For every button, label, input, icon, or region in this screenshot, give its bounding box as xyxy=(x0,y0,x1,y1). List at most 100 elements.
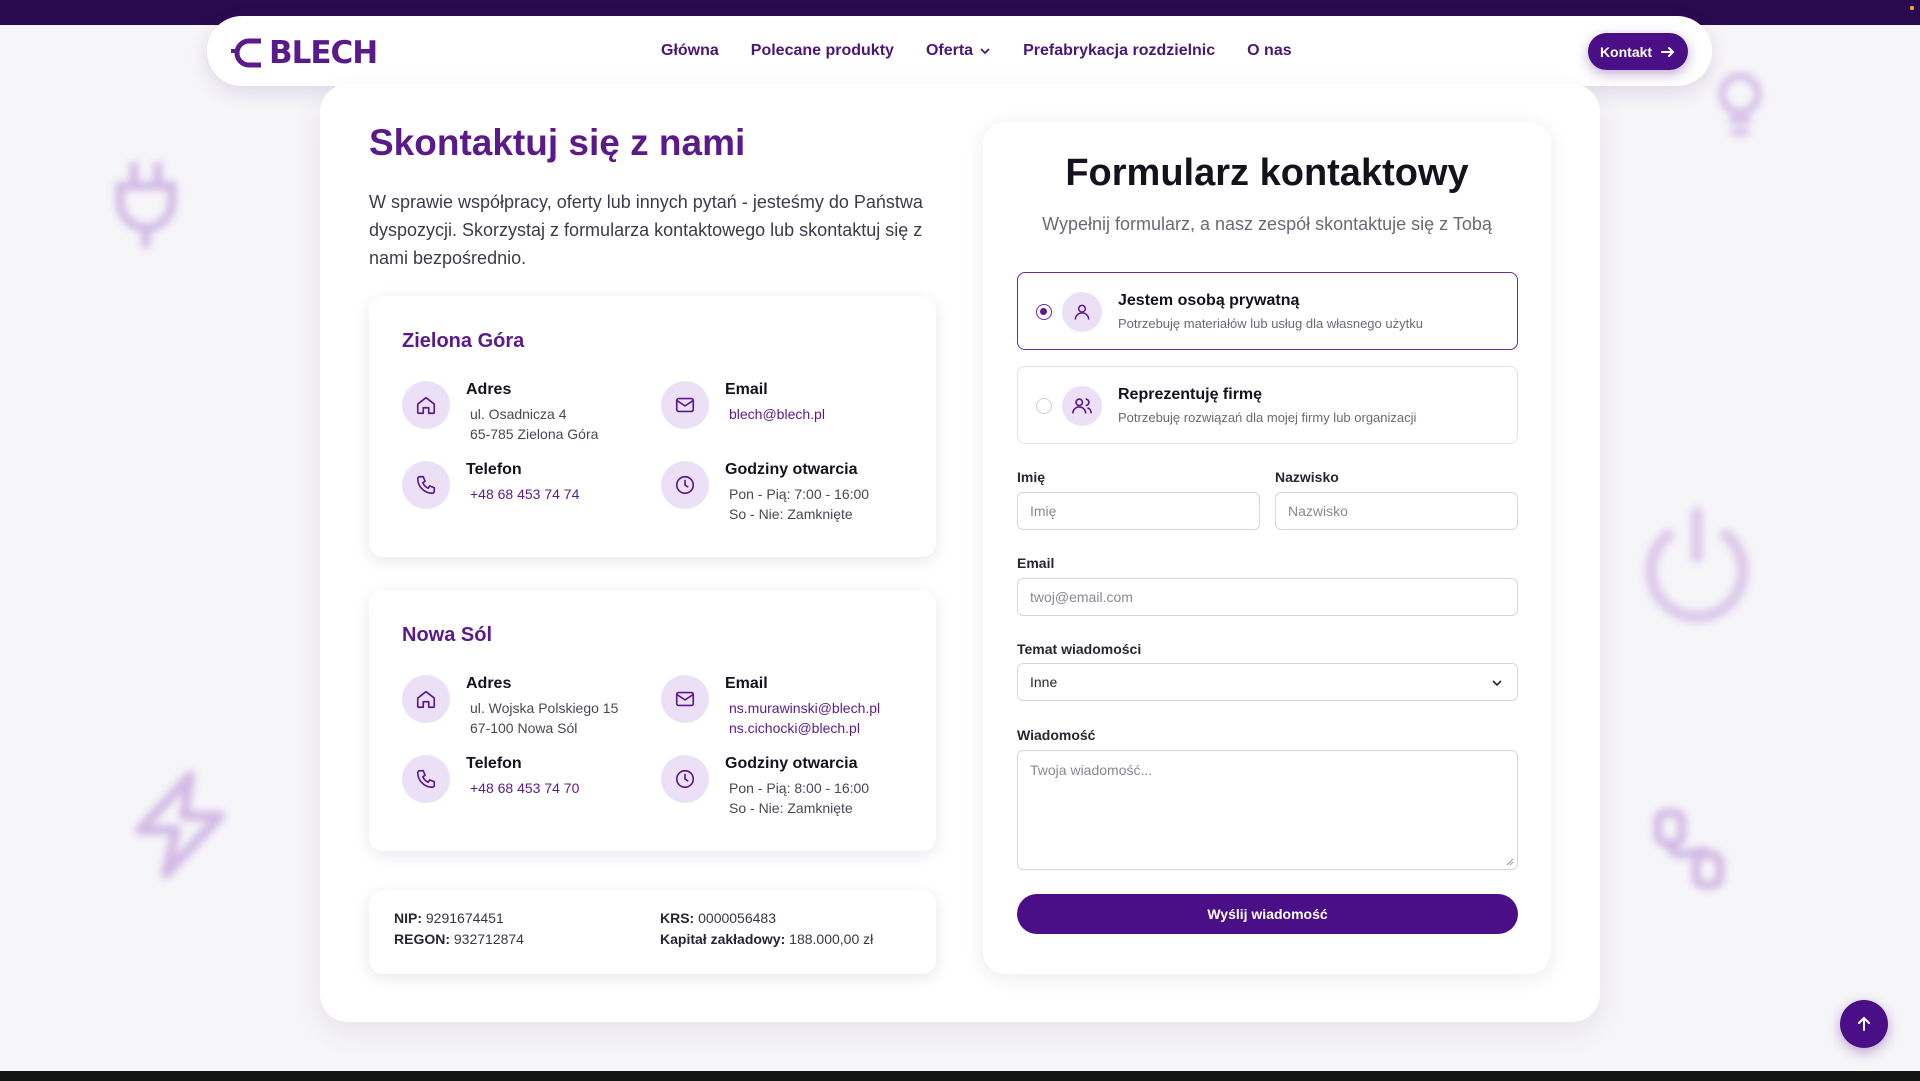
hours-label: Godziny otwarcia xyxy=(725,755,858,772)
email-link[interactable]: ns.cichocki@blech.pl xyxy=(729,718,880,738)
logo[interactable]: BLECH xyxy=(231,34,378,71)
phone-label: Telefon xyxy=(466,461,522,478)
address-line: ul. Wojska Polskiego 15 xyxy=(470,700,619,716)
email-label: Email xyxy=(725,675,768,692)
office-hours: Godziny otwarcia Pon - Pią: 8:00 - 16:00… xyxy=(661,755,911,825)
legal-info-card: NIP: 9291674451 REGON: 932712874 KRS: 00… xyxy=(369,890,936,974)
phone-link[interactable]: +48 68 453 74 74 xyxy=(470,484,579,504)
home-icon xyxy=(402,381,450,429)
regon-label: REGON: xyxy=(394,931,450,947)
office-phone: Telefon +48 68 453 74 74 xyxy=(402,461,652,531)
nav-link-oferta-label: Oferta xyxy=(925,42,974,59)
bottom-bar xyxy=(0,1071,1920,1081)
hours-value: Pon - Pią: 7:00 - 16:00 So - Nie: Zamknię… xyxy=(729,484,869,524)
address-label: Adres xyxy=(466,675,512,692)
office-address: Adres ul. Osadnicza 4 65-785 Zielona Góra xyxy=(402,381,652,451)
hours-label: Godziny otwarcia xyxy=(725,461,858,478)
phone-link[interactable]: +48 68 453 74 70 xyxy=(470,778,579,798)
choice-desc: Potrzebuję materiałów lub usług dla włas… xyxy=(1118,316,1423,331)
radio-private[interactable] xyxy=(1036,304,1052,320)
capital-row: Kapitał zakładowy: 188.000,00 zł xyxy=(660,931,873,947)
home-icon xyxy=(402,675,450,723)
nav-link-glowna[interactable]: Główna xyxy=(661,42,719,60)
topic-selected-value: Inne xyxy=(1030,674,1058,690)
status-dot xyxy=(1910,6,1914,10)
choice-desc: Potrzebuję rozwiązań dla mojej firmy lub… xyxy=(1118,410,1417,425)
radio-company[interactable] xyxy=(1036,398,1052,414)
office-phone: Telefon +48 68 453 74 70 xyxy=(402,755,652,825)
send-message-button[interactable]: Wyślij wiadomość xyxy=(1017,894,1518,934)
hours-line: Pon - Pią: 7:00 - 16:00 xyxy=(729,486,870,502)
scroll-to-top-button[interactable] xyxy=(1840,1000,1888,1048)
nav-link-o-nas[interactable]: O nas xyxy=(1247,42,1291,60)
navbar: BLECH Główna Polecane produkty Oferta Pr… xyxy=(207,16,1712,86)
nip-label: NIP: xyxy=(394,910,422,926)
email-field-label: Email xyxy=(1017,555,1055,571)
plug-icon xyxy=(110,160,182,250)
page-title: Skontaktuj się z nami xyxy=(369,122,746,163)
message-placeholder: Twoja wiadomość... xyxy=(1030,762,1153,778)
choice-company[interactable]: Reprezentuję firmę Potrzebuję rozwiązań … xyxy=(1017,366,1518,444)
users-icon xyxy=(1062,386,1102,426)
email-link[interactable]: blech@blech.pl xyxy=(729,404,825,424)
email-value: ns.murawinski@blech.pl ns.cichocki@blech.… xyxy=(729,698,880,738)
choice-title: Reprezentuję firmę xyxy=(1118,386,1263,403)
email-link[interactable]: ns.murawinski@blech.pl xyxy=(729,698,880,718)
phone-label: Telefon xyxy=(466,755,522,772)
nav-link-prefabrykacja[interactable]: Prefabrykacja rozdzielnic xyxy=(1023,42,1215,60)
mail-icon xyxy=(661,675,709,723)
contact-form-card: Formularz kontaktowy Wypełnij formularz,… xyxy=(983,122,1551,974)
address-value: ul. Wojska Polskiego 15 67-100 Nowa Sól xyxy=(470,698,618,738)
office-card-zielona-gora: Zielona Góra Adres ul. Osadnicza 4 65-785… xyxy=(369,296,936,557)
choice-private-person[interactable]: Jestem osobą prywatną Potrzebuję materia… xyxy=(1017,272,1518,350)
capital-value: 188.000,00 zł xyxy=(789,931,874,947)
chevron-down-icon xyxy=(1492,680,1502,687)
office-email: Email blech@blech.pl xyxy=(661,381,911,451)
clock-icon xyxy=(661,755,709,803)
hours-line: Pon - Pią: 8:00 - 16:00 xyxy=(729,780,870,796)
last-name-label: Nazwisko xyxy=(1275,469,1339,485)
message-textarea[interactable]: Twoja wiadomość... xyxy=(1017,750,1518,870)
nip-row: NIP: 9291674451 xyxy=(394,910,504,926)
topic-select[interactable]: Inne xyxy=(1017,663,1518,701)
hours-value: Pon - Pią: 8:00 - 16:00 So - Nie: Zamknię… xyxy=(729,778,869,818)
address-line: 65-785 Zielona Góra xyxy=(470,426,599,442)
clock-icon xyxy=(661,461,709,509)
choice-title: Jestem osobą prywatną xyxy=(1118,292,1300,309)
office-card-nowa-sol: Nowa Sól Adres ul. Wojska Polskiego 15 67… xyxy=(369,590,936,851)
kontakt-button-label: Kontakt xyxy=(1599,43,1653,60)
hours-line: So - Nie: Zamknięte xyxy=(729,800,853,816)
phone-icon xyxy=(402,755,450,803)
nav-link-oferta[interactable]: Oferta xyxy=(926,42,991,60)
email-field[interactable]: twoj@email.com xyxy=(1017,578,1518,616)
power-icon xyxy=(1640,505,1755,630)
office-name: Nowa Sól xyxy=(402,624,493,646)
form-title: Formularz kontaktowy xyxy=(1065,152,1469,194)
first-name-label: Imię xyxy=(1017,469,1046,485)
last-name-input[interactable]: Nazwisko xyxy=(1275,492,1518,530)
chevron-down-icon xyxy=(980,48,990,55)
office-address: Adres ul. Wojska Polskiego 15 67-100 Nowa… xyxy=(402,675,652,745)
email-value: blech@blech.pl xyxy=(729,404,825,424)
nip-value: 9291674451 xyxy=(425,910,504,926)
krs-row: KRS: 0000056483 xyxy=(660,910,776,926)
first-name-input[interactable]: Imię xyxy=(1017,492,1260,530)
address-value: ul. Osadnicza 4 65-785 Zielona Góra xyxy=(470,404,598,444)
bolt-icon xyxy=(130,770,230,880)
intro-text: W sprawie współpracy, oferty lub innych … xyxy=(369,192,923,268)
hours-line: So - Nie: Zamknięte xyxy=(729,506,853,522)
user-icon xyxy=(1062,292,1102,332)
contact-intro: Skontaktuj się z nami W sprawie współpra… xyxy=(369,120,937,272)
nav-link-polecane-produkty[interactable]: Polecane produkty xyxy=(751,42,894,60)
mail-icon xyxy=(661,381,709,429)
capital-label: Kapitał zakładowy: xyxy=(660,931,786,947)
kontakt-button[interactable]: Kontakt xyxy=(1588,33,1688,70)
office-email: Email ns.murawinski@blech.pl ns.cichocki@… xyxy=(661,675,911,745)
logo-text: BLECH xyxy=(269,35,378,71)
topic-label: Temat wiadomości xyxy=(1017,641,1142,657)
address-label: Adres xyxy=(466,381,512,398)
arrow-right-icon xyxy=(1661,46,1675,57)
resize-handle-icon[interactable] xyxy=(1506,858,1514,866)
regon-row: REGON: 932712874 xyxy=(394,931,524,947)
arrow-up-icon xyxy=(1858,1016,1870,1031)
